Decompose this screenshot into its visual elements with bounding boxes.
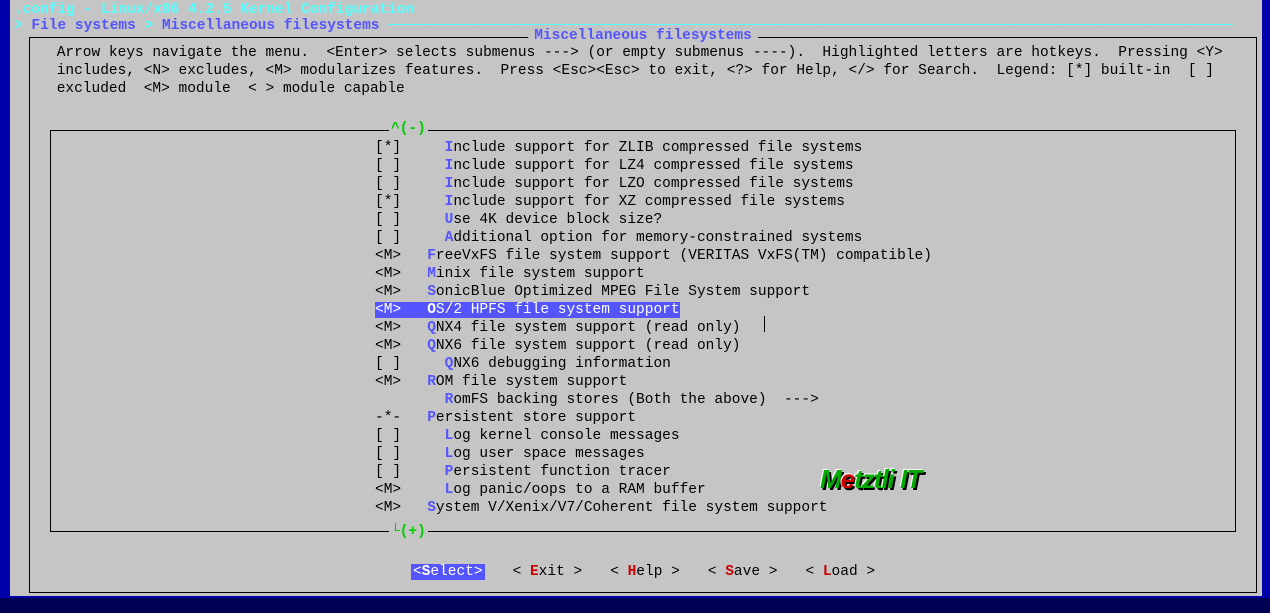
breadcrumb-line: ────────────────────────────────────────… bbox=[388, 18, 1232, 34]
scroll-up-indicator: ^(-) bbox=[389, 121, 428, 137]
menu-item[interactable]: <M> Log panic/oops to a RAM buffer bbox=[51, 481, 1235, 499]
menu-item[interactable]: [ ] Include support for LZO compressed f… bbox=[51, 175, 1235, 193]
menu-item[interactable]: -*- Persistent store support bbox=[51, 409, 1235, 427]
menu-item[interactable]: [ ] Log kernel console messages bbox=[51, 427, 1235, 445]
menu-item[interactable]: <M> FreeVxFS file system support (VERITA… bbox=[51, 247, 1235, 265]
breadcrumb-sep: > bbox=[14, 18, 23, 34]
menu-item[interactable]: <M> QNX4 file system support (read only) bbox=[51, 319, 1235, 337]
breadcrumb-sep: > bbox=[145, 18, 154, 34]
menu-item[interactable]: <M> ROM file system support bbox=[51, 373, 1235, 391]
menu-item[interactable]: [*] Include support for XZ compressed fi… bbox=[51, 193, 1235, 211]
dialog-button[interactable]: <Select> bbox=[411, 564, 485, 580]
menu-item[interactable]: <M> System V/Xenix/V7/Coherent file syst… bbox=[51, 499, 1235, 517]
menu-item[interactable]: [ ] Include support for LZ4 compressed f… bbox=[51, 157, 1235, 175]
help-text: Arrow keys navigate the menu. <Enter> se… bbox=[30, 38, 1256, 108]
dialog-button[interactable]: < Help > bbox=[610, 564, 680, 580]
menu-item[interactable]: <M> OS/2 HPFS file system support bbox=[51, 301, 680, 319]
scroll-down-indicator: └(+) bbox=[389, 524, 428, 540]
menu-item[interactable]: [*] Include support for ZLIB compressed … bbox=[51, 139, 1235, 157]
breadcrumb-item: Miscellaneous filesystems bbox=[162, 18, 380, 34]
menu-item[interactable]: RomFS backing stores (Both the above) --… bbox=[51, 391, 1235, 409]
menu-item[interactable]: [ ] Use 4K device block size? bbox=[51, 211, 1235, 229]
dialog-button[interactable]: < Save > bbox=[708, 564, 778, 580]
menu-list[interactable]: ^(-) [*] Include support for ZLIB compre… bbox=[50, 130, 1236, 532]
window-title: .config - Linux/x86 4.2.5 Kernel Configu… bbox=[10, 0, 1262, 18]
menu-item[interactable]: [ ] Persistent function tracer bbox=[51, 463, 1235, 481]
menu-item[interactable]: [ ] Log user space messages bbox=[51, 445, 1235, 463]
button-bar: <Select> < Exit > < Help > < Save > < Load > bbox=[30, 564, 1256, 580]
dialog: Miscellaneous filesystems Arrow keys nav… bbox=[29, 37, 1257, 593]
breadcrumb-item: File systems bbox=[31, 18, 135, 34]
dialog-button[interactable]: < Load > bbox=[805, 564, 875, 580]
text-cursor bbox=[764, 316, 765, 332]
menu-item[interactable]: [ ] QNX6 debugging information bbox=[51, 355, 1235, 373]
watermark-logo: Metztli IT bbox=[820, 464, 921, 495]
menu-item[interactable]: <M> QNX6 file system support (read only) bbox=[51, 337, 1235, 355]
dialog-button[interactable]: < Exit > bbox=[513, 564, 583, 580]
menu-item[interactable]: <M> SonicBlue Optimized MPEG File System… bbox=[51, 283, 1235, 301]
menu-item[interactable]: <M> Minix file system support bbox=[51, 265, 1235, 283]
menu-item[interactable]: [ ] Additional option for memory-constra… bbox=[51, 229, 1235, 247]
bottom-bar bbox=[0, 598, 1270, 613]
dialog-title: Miscellaneous filesystems bbox=[528, 28, 758, 44]
